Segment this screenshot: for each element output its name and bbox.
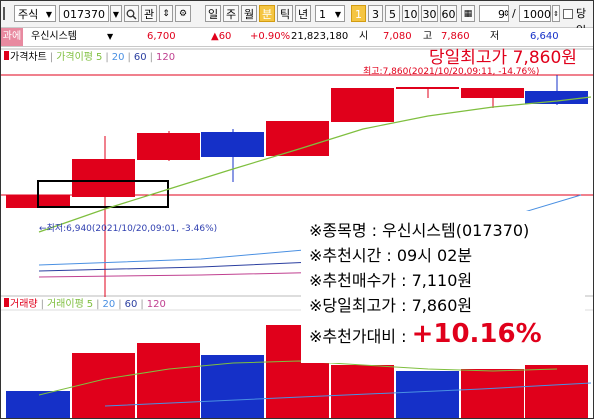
ratio-line: ※추천가대비 : +10.16%	[309, 319, 542, 349]
legend-swatch	[4, 298, 9, 307]
candle	[331, 88, 394, 122]
volume-bar	[396, 371, 459, 418]
volume-ma-label: 거래이평	[46, 299, 84, 310]
volume-bar	[331, 365, 394, 418]
price-legend: 가격차트 | 가격이평 5 | 20 | 60 | 120	[4, 51, 178, 65]
recommend-time-line: ※추천시간 : 09시 02분	[309, 246, 473, 265]
vma60-legend: 60	[124, 299, 138, 310]
legend-divider: |	[127, 52, 131, 63]
stock-name-line: ※종목명 : 우신시스템(017370)	[309, 221, 530, 240]
ma5-legend: 5	[96, 52, 103, 63]
candle	[201, 129, 264, 182]
legend-divider: |	[40, 299, 44, 310]
price-ma-label: 가격이평	[56, 52, 93, 63]
legend-divider: |	[118, 299, 122, 310]
legend-divider: |	[49, 52, 54, 63]
peak-annotation: 최고:7,860(2021/10/20,09:11, -14.76%)	[363, 67, 540, 77]
buy-price-line: ※추천매수가 : 7,110원	[309, 271, 473, 290]
volume-bar	[72, 353, 135, 418]
legend-divider: |	[105, 52, 109, 63]
price-chart-title: 가격차트	[10, 52, 47, 63]
legend-divider: |	[140, 299, 144, 310]
ma120-legend: 120	[155, 52, 176, 63]
chart-window: 주식 ▼ 017370 ▼ 관 ⇕ ⚙ 일 주 월 분 틱 년 1 ▼ 1 3 5 …	[0, 0, 594, 419]
volume-bar	[6, 391, 70, 418]
legend-divider: |	[149, 52, 153, 63]
trough-annotation: ←최저:6,940(2021/10/20,09:01, -3.46%)	[39, 224, 218, 234]
volume-bar	[525, 365, 588, 418]
volume-legend: 거래량 | 거래이평 5 | 20 | 60 | 120	[4, 298, 169, 312]
legend-swatch	[4, 51, 9, 60]
vma120-legend: 120	[146, 299, 166, 310]
vma20-legend: 20	[102, 299, 116, 310]
day-high-line: ※당일최고가 : 7,860원	[309, 296, 473, 315]
recommendation-panel: ※종목명 : 우신시스템(017370) ※추천시간 : 09시 02분 ※추천…	[301, 211, 585, 363]
volume-bar	[137, 343, 200, 418]
vma5-legend: 5	[86, 299, 94, 310]
ratio-value: +10.16%	[411, 319, 542, 349]
candle	[72, 136, 135, 297]
candle	[266, 121, 329, 156]
volume-bar	[201, 355, 264, 418]
volume-chart-title: 거래량	[10, 299, 38, 310]
ma20-legend: 20	[111, 52, 125, 63]
candle	[137, 131, 200, 161]
volume-bar	[461, 369, 524, 418]
ratio-label: ※추천가대비 :	[309, 327, 412, 346]
candle	[396, 87, 459, 98]
ma60-legend: 60	[133, 52, 147, 63]
legend-divider: |	[96, 299, 100, 310]
